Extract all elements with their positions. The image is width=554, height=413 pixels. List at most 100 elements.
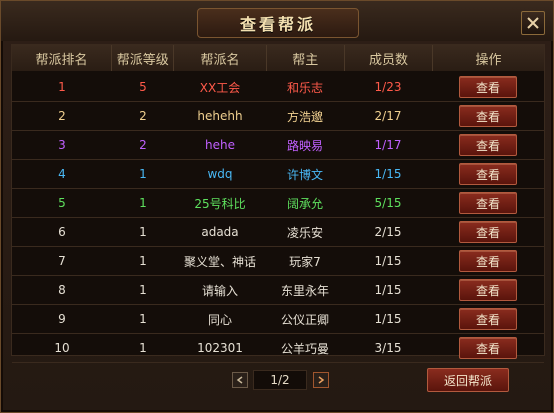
leader-cell: 东里永年 <box>280 283 329 298</box>
action-cell: 查看 <box>432 218 544 246</box>
close-icon <box>527 17 539 29</box>
view-guild-button[interactable]: 查看 <box>459 76 517 98</box>
table-row: 5 1 25号科比 阔承允 5/15 查看 <box>12 189 544 218</box>
table-row: 7 1 聚义堂、神话 玩家7 1/15 查看 <box>12 247 544 276</box>
members-cell: 2/17 <box>374 109 402 123</box>
level-cell: 2 <box>139 138 147 152</box>
header-action: 操作 <box>475 52 502 68</box>
pager-prev-button[interactable] <box>232 372 248 388</box>
leader-cell: 玩家7 <box>289 254 321 269</box>
leader-cell: 许博文 <box>286 167 323 182</box>
table-row: 1 5 XX工会 和乐志 1/23 查看 <box>12 73 544 102</box>
dialog-title: 查看帮派 <box>239 15 316 34</box>
members-cell: 2/15 <box>374 225 402 239</box>
members-cell: 1/15 <box>374 167 402 181</box>
members-cell: 1/15 <box>374 312 402 326</box>
view-guild-button[interactable]: 查看 <box>459 308 517 330</box>
leader-cell: 公仪正卿 <box>280 312 329 327</box>
rank-cell: 2 <box>58 109 66 123</box>
view-guild-button[interactable]: 查看 <box>459 221 517 243</box>
members-cell: 1/23 <box>374 80 402 94</box>
leader-cell: 公羊巧曼 <box>280 341 329 356</box>
action-cell: 查看 <box>432 334 544 362</box>
leader-cell: 和乐志 <box>286 80 323 95</box>
title-bar: 查看帮派 <box>1 1 553 41</box>
table-row: 9 1 同心 公仪正卿 1/15 查看 <box>12 305 544 334</box>
view-guild-button[interactable]: 查看 <box>459 105 517 127</box>
name-cell: 102301 <box>197 341 243 355</box>
rank-cell: 4 <box>58 167 66 181</box>
name-cell: 同心 <box>207 312 232 327</box>
action-cell: 查看 <box>432 276 544 304</box>
level-cell: 1 <box>139 254 147 268</box>
header-level: 帮派等级 <box>112 45 175 71</box>
name-cell: adada <box>201 225 239 239</box>
action-cell: 查看 <box>432 189 544 217</box>
level-cell: 1 <box>139 312 147 326</box>
view-guild-button[interactable]: 查看 <box>459 163 517 185</box>
table-body: 1 5 XX工会 和乐志 1/23 查看 2 2 hehehh 方浩邈 2/17 查看 3 2 hehe 路映… <box>12 73 544 363</box>
guild-list-dialog: 查看帮派 帮派排名 帮派等级 帮派名 帮主 成员数 操作 1 5 XX工会 和乐志 1/… <box>0 0 554 413</box>
level-cell: 1 <box>139 167 147 181</box>
name-cell: 聚义堂、神话 <box>183 254 256 269</box>
table-row: 6 1 adada 凌乐安 2/15 查看 <box>12 218 544 247</box>
rank-cell: 7 <box>58 254 66 268</box>
header-members: 成员数 <box>345 45 434 71</box>
level-cell: 2 <box>139 109 147 123</box>
table-row: 4 1 wdq 许博文 1/15 查看 <box>12 160 544 189</box>
members-cell: 5/15 <box>374 196 402 210</box>
members-cell: 1/15 <box>374 254 402 268</box>
leader-cell: 路映易 <box>286 138 323 153</box>
view-guild-button[interactable]: 查看 <box>459 134 517 156</box>
level-cell: 5 <box>139 80 147 94</box>
action-cell: 查看 <box>432 131 544 159</box>
pager-next-button[interactable] <box>313 372 329 388</box>
name-cell: hehe <box>205 138 235 152</box>
rank-cell: 1 <box>58 80 66 94</box>
rank-cell: 3 <box>58 138 66 152</box>
members-cell: 3/15 <box>374 341 402 355</box>
rank-cell: 5 <box>58 196 66 210</box>
table-row: 8 1 请输入 东里永年 1/15 查看 <box>12 276 544 305</box>
close-button[interactable] <box>521 11 545 35</box>
rank-cell: 6 <box>58 225 66 239</box>
table-row: 2 2 hehehh 方浩邈 2/17 查看 <box>12 102 544 131</box>
action-cell: 查看 <box>432 102 544 130</box>
header-leader: 帮主 <box>267 45 345 71</box>
level-cell: 1 <box>139 225 147 239</box>
return-guild-button[interactable]: 返回帮派 <box>427 368 509 392</box>
level-cell: 1 <box>139 341 147 355</box>
name-cell: 25号科比 <box>194 196 246 211</box>
view-guild-button[interactable]: 查看 <box>459 192 517 214</box>
leader-cell: 方浩邈 <box>286 109 323 124</box>
title-plate: 查看帮派 <box>197 8 359 38</box>
view-guild-button[interactable]: 查看 <box>459 250 517 272</box>
view-guild-button[interactable]: 查看 <box>459 279 517 301</box>
rank-cell: 10 <box>54 341 70 355</box>
members-cell: 1/17 <box>374 138 402 152</box>
header-name: 帮派名 <box>174 45 267 71</box>
action-cell: 查看 <box>432 247 544 275</box>
table-header: 帮派排名 帮派等级 帮派名 帮主 成员数 操作 <box>12 45 544 71</box>
level-cell: 1 <box>139 283 147 297</box>
chevron-right-icon <box>318 376 325 384</box>
rank-cell: 9 <box>58 312 66 326</box>
leader-cell: 阔承允 <box>286 196 323 211</box>
level-cell: 1 <box>139 196 147 210</box>
name-cell: XX工会 <box>199 80 241 95</box>
rank-cell: 8 <box>58 283 66 297</box>
name-cell: hehehh <box>197 109 243 123</box>
chevron-left-icon <box>236 376 243 384</box>
name-cell: 请输入 <box>201 283 238 298</box>
table-row: 10 1 102301 公羊巧曼 3/15 查看 <box>12 334 544 363</box>
name-cell: wdq <box>207 167 233 181</box>
action-cell: 查看 <box>432 73 544 101</box>
members-cell: 1/15 <box>374 283 402 297</box>
view-guild-button[interactable]: 查看 <box>459 337 517 359</box>
guild-table: 帮派排名 帮派等级 帮派名 帮主 成员数 操作 1 5 XX工会 和乐志 1/23 查看 2… <box>11 44 545 363</box>
action-cell: 查看 <box>432 305 544 333</box>
action-cell: 查看 <box>432 160 544 188</box>
table-row: 3 2 hehe 路映易 1/17 查看 <box>12 131 544 160</box>
header-rank: 帮派排名 <box>12 45 113 71</box>
leader-cell: 凌乐安 <box>286 225 323 240</box>
